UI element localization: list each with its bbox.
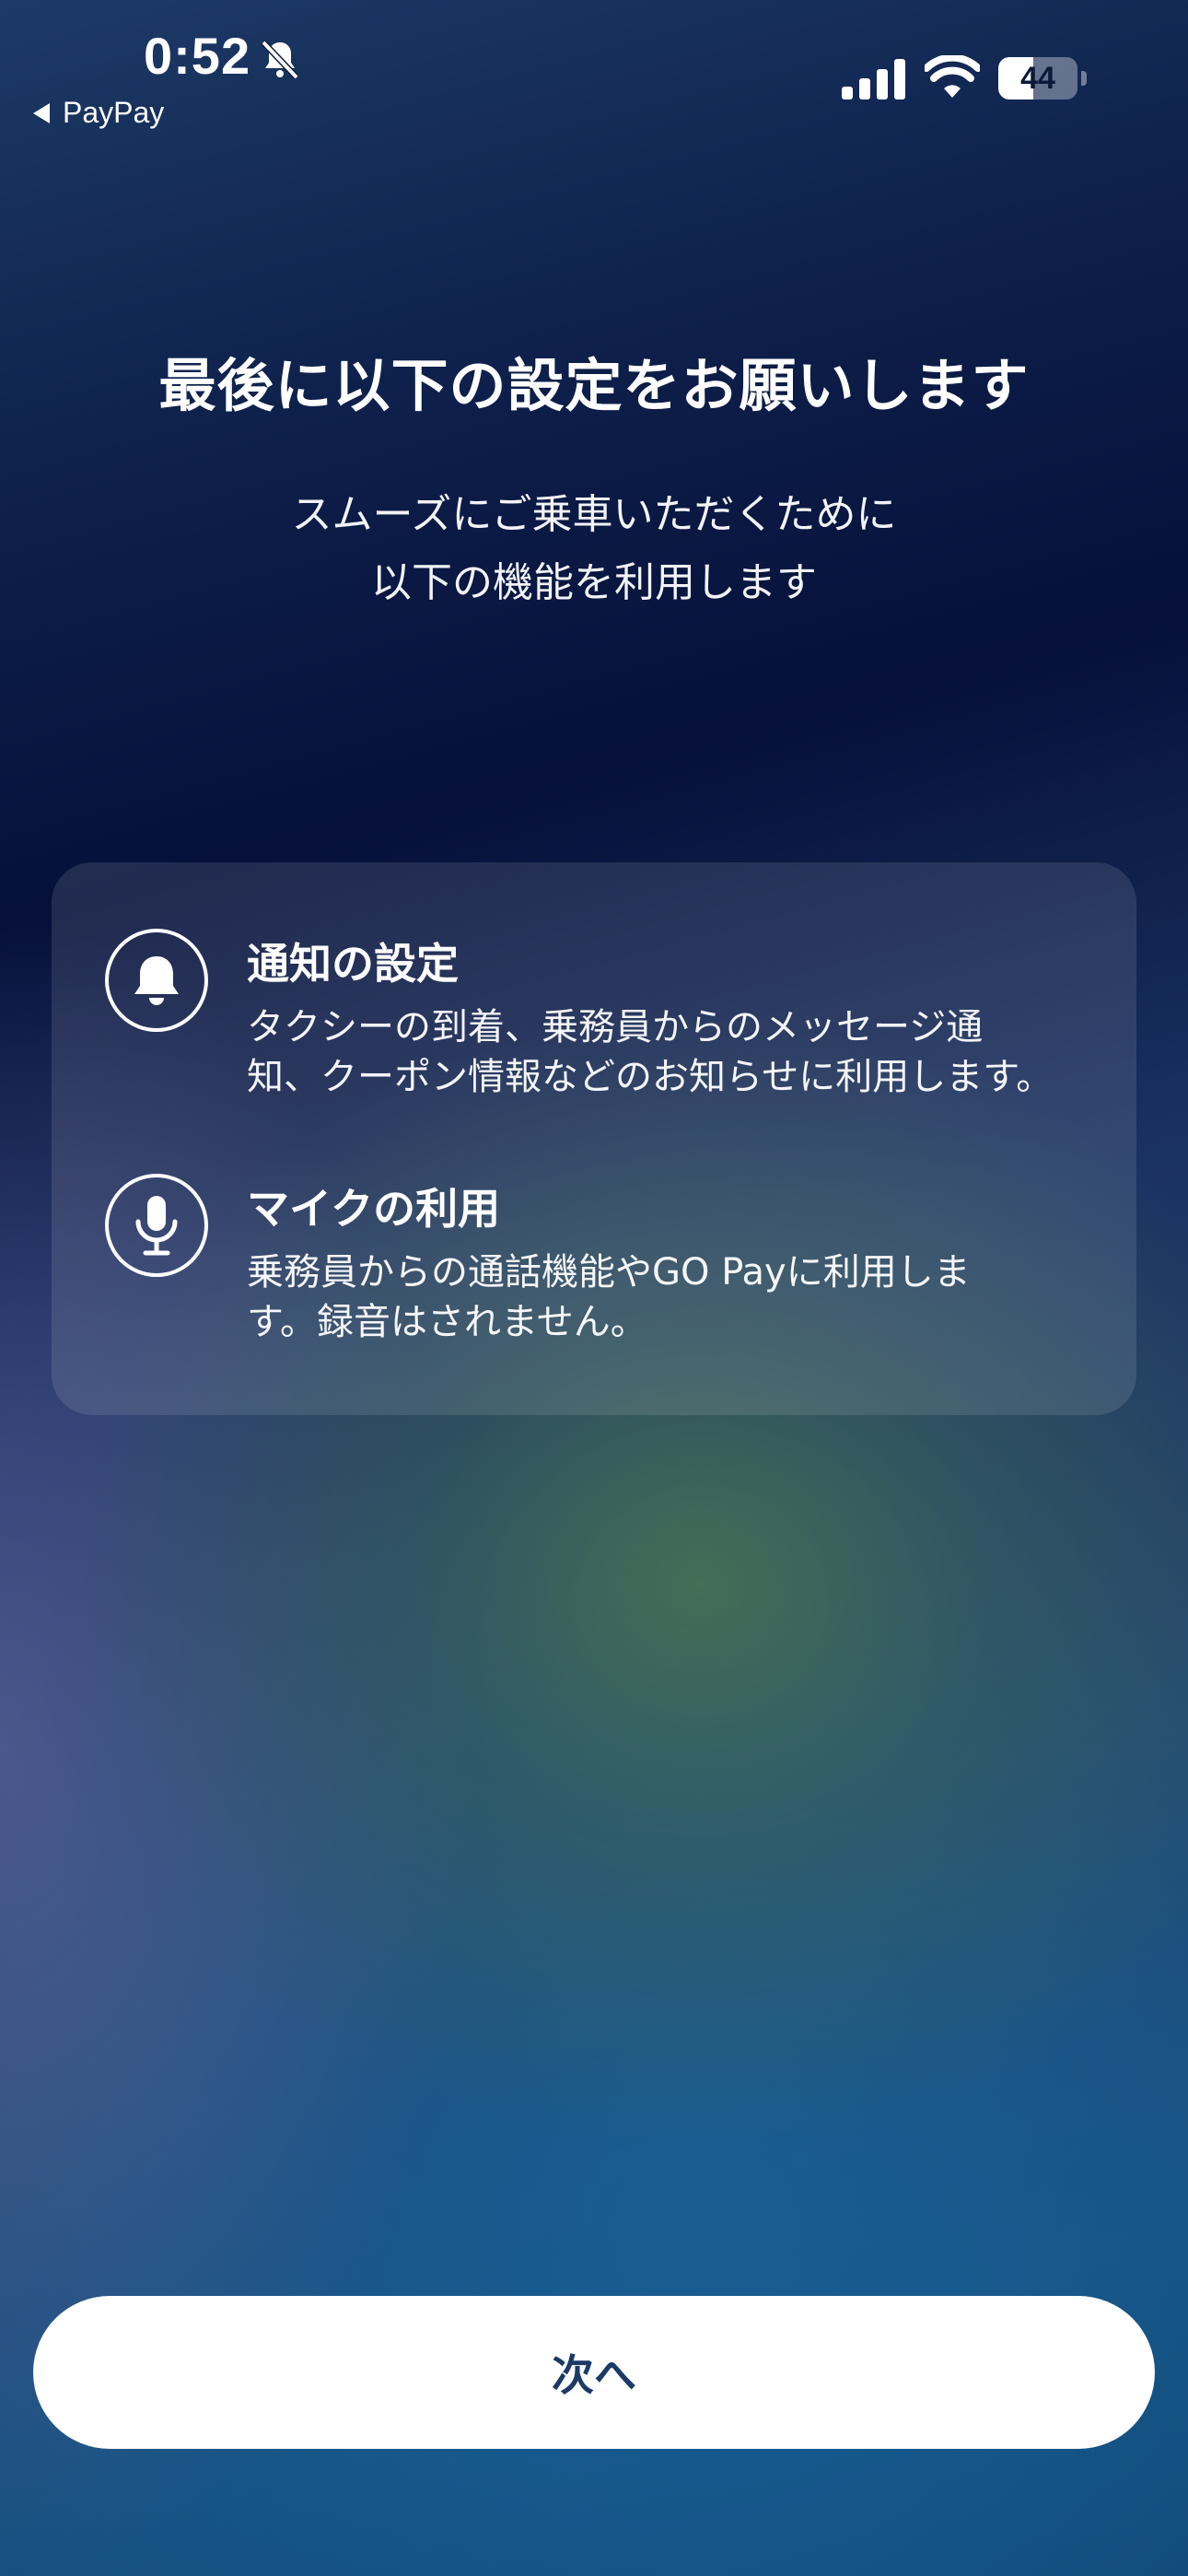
page-title: 最後に以下の設定をお願いします <box>158 352 1030 419</box>
permission-description: タクシーの到着、乗務員からのメッセージ通 知、クーポン情報などのお知らせに利用し… <box>247 1006 1054 1098</box>
permission-description: 乗務員からの通話機能やGO Payに利用しま す。録音はされません。 <box>247 1251 971 1343</box>
status-time: 0:52 <box>144 27 251 85</box>
back-app-label: PayPay <box>63 96 165 129</box>
permission-title: 通知の設定 <box>247 939 459 989</box>
back-arrow-icon <box>33 102 50 123</box>
permission-title: マイクの利用 <box>247 1184 501 1234</box>
permissions-card: 通知の設定 タクシーの到着、乗務員からのメッセージ通 知、クーポン情報などのお知… <box>52 862 1136 1415</box>
subtitle-line-1: スムーズにご乗車いただくために <box>291 491 897 538</box>
microphone-icon <box>105 1174 208 1277</box>
page-subtitle: スムーズにご乗車いただくために 以下の機能を利用します <box>0 481 1188 617</box>
next-button[interactable]: 次へ <box>33 2296 1155 2449</box>
battery-indicator: 44 <box>998 57 1087 100</box>
bell-icon <box>105 929 208 1032</box>
back-to-app-link[interactable]: PayPay <box>33 96 164 130</box>
battery-level: 44 <box>1020 61 1055 96</box>
bell-slash-icon <box>261 40 299 80</box>
cellular-signal-icon <box>842 59 905 100</box>
subtitle-line-2: 以下の機能を利用します <box>371 559 817 606</box>
wifi-icon <box>925 55 980 98</box>
